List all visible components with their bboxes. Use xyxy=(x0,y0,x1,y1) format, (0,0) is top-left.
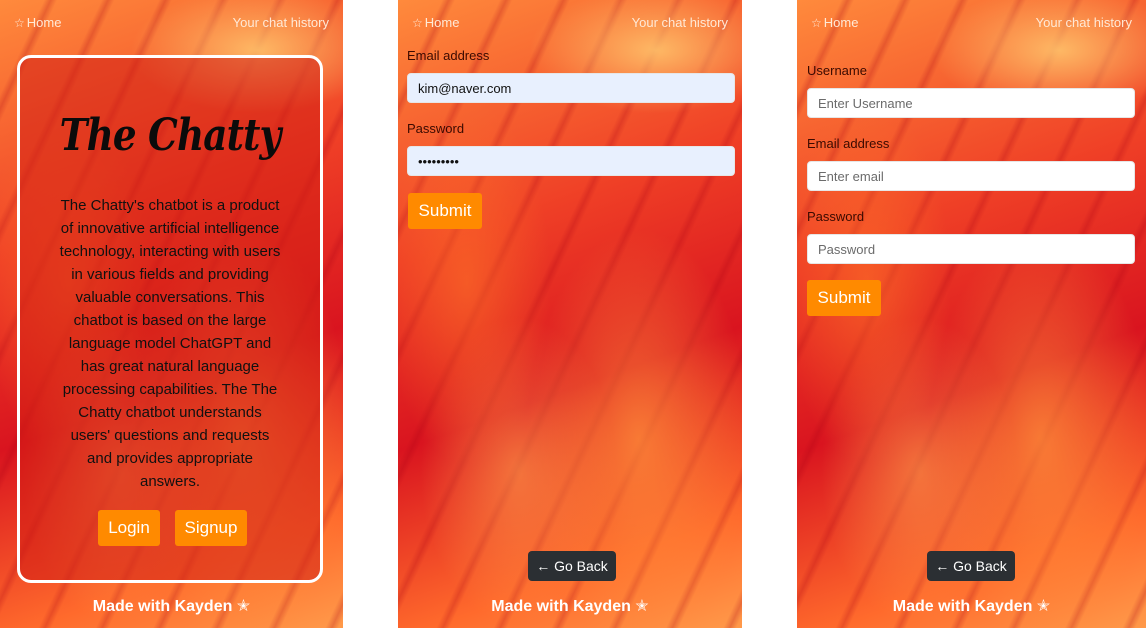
username-field[interactable] xyxy=(807,88,1135,118)
password-field[interactable] xyxy=(407,146,735,176)
email-label: Email address xyxy=(407,48,490,63)
password-label: Password xyxy=(807,209,865,224)
signup-screen: ☆Home Your chat history Username Email a… xyxy=(797,0,1146,628)
top-nav: ☆ Home Your chat history xyxy=(797,0,1146,44)
go-back-button[interactable]: ← Go Back xyxy=(528,551,616,581)
app-description: The Chatty's chatbot is a product of inn… xyxy=(59,197,281,490)
nav-home-link[interactable]: ☆ Home xyxy=(811,15,858,30)
go-back-button[interactable]: ← Go Back xyxy=(927,551,1015,581)
signup-button[interactable]: Signup xyxy=(175,510,247,546)
password-field[interactable] xyxy=(807,234,1135,264)
star-outline-icon: ☆ xyxy=(811,16,822,30)
email-field[interactable] xyxy=(407,73,735,103)
footer-credit: Made with Kayden ✭ xyxy=(892,598,1051,615)
login-screen: ☆Home Your chat history Email address Pa… xyxy=(398,0,742,628)
password-label: Password xyxy=(407,121,465,136)
nav-home-label: Home xyxy=(823,15,859,30)
landing-screen: ☆ Home Your chat history The Chatty The C… xyxy=(0,0,343,628)
submit-button[interactable]: Submit xyxy=(807,280,881,316)
nav-home-label: Home xyxy=(26,15,62,30)
nav-home-link[interactable]: ☆ Home xyxy=(14,15,61,30)
footer-credit: Made with Kayden ✭ xyxy=(92,598,251,615)
nav-chat-history-link[interactable]: Your chat history xyxy=(233,15,329,30)
star-outline-icon: ☆ xyxy=(14,16,25,30)
footer-credit: Made with Kayden ✭ xyxy=(491,598,649,615)
star-outline-icon: ☆ xyxy=(412,16,423,30)
nav-home-link[interactable]: ☆ Home xyxy=(412,15,459,30)
top-nav: ☆ Home Your chat history xyxy=(0,0,343,44)
nav-home-label: Home xyxy=(424,15,460,30)
nav-chat-history-link[interactable]: Your chat history xyxy=(1036,15,1132,30)
login-button[interactable]: Login xyxy=(98,510,160,546)
app-logo: The Chatty xyxy=(59,110,282,161)
username-label: Username xyxy=(807,63,867,78)
nav-chat-history-link[interactable]: Your chat history xyxy=(632,15,728,30)
submit-button[interactable]: Submit xyxy=(408,193,482,229)
email-field[interactable] xyxy=(807,161,1135,191)
intro-card: The Chatty The Chatty's chatbot is a pro… xyxy=(17,55,323,583)
top-nav: ☆ Home Your chat history xyxy=(398,0,742,44)
email-label: Email address xyxy=(807,136,890,151)
